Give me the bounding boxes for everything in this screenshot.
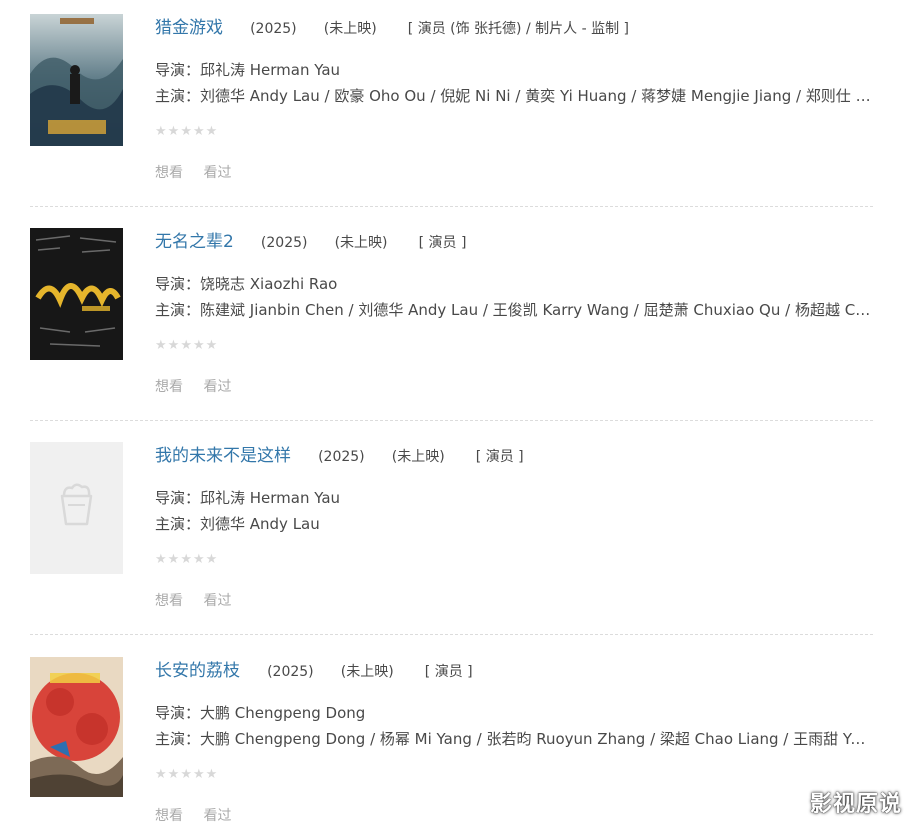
movie-year: (2025) [267,664,314,680]
watched-link[interactable]: 看过 [203,165,231,181]
movie-status: (未上映) [323,21,377,37]
want-to-watch-link[interactable]: 想看 [155,593,183,609]
star-icon[interactable]: ★ [168,553,180,566]
movie-role: [ 演员 ] [475,449,524,465]
movie-cast: 主演：刘德华 Andy Lau / 欧豪 Oho Ou / 倪妮 Ni Ni /… [155,87,873,105]
movie-year: (2025) [318,449,365,465]
movie-poster-placeholder[interactable] [30,442,123,574]
watermark-text: 影视原说 [809,792,902,817]
rating-stars[interactable]: ★ ★ ★ ★ ★ [155,768,217,781]
star-icon[interactable]: ★ [168,125,180,138]
movie-cast: 主演：陈建斌 Jianbin Chen / 刘德华 Andy Lau / 王俊凯… [155,301,873,319]
star-icon[interactable]: ★ [193,339,205,352]
star-icon[interactable]: ★ [180,768,192,781]
movie-item: 我的未来不是这样 (2025) (未上映) [ 演员 ] 导演：邱礼涛 Herm… [30,442,873,635]
star-icon[interactable]: ★ [155,125,167,138]
movie-item: 猎金游戏 (2025) (未上映) [ 演员 (饰 张托德) / 制片人 - 监… [30,14,873,207]
star-icon[interactable]: ★ [155,553,167,566]
star-icon[interactable]: ★ [206,339,218,352]
popcorn-icon [60,483,93,526]
movie-title-link[interactable]: 猎金游戏 [155,18,223,38]
watched-link[interactable]: 看过 [203,593,231,609]
movie-role: [ 演员 ] [418,235,467,251]
movie-cast: 主演：刘德华 Andy Lau [155,515,320,533]
star-icon[interactable]: ★ [193,125,205,138]
movie-director: 导演：大鹏 Chengpeng Dong [155,704,366,722]
poster-image [30,228,123,360]
want-to-watch-link[interactable]: 想看 [155,379,183,395]
star-icon[interactable]: ★ [206,125,218,138]
rating-stars[interactable]: ★ ★ ★ ★ ★ [155,125,217,138]
poster-image [30,657,123,797]
star-icon[interactable]: ★ [155,768,167,781]
want-to-watch-link[interactable]: 想看 [155,808,183,824]
movie-director: 导演：邱礼涛 Herman Yau [155,489,341,507]
want-to-watch-link[interactable]: 想看 [155,165,183,181]
movie-item: 无名之辈2 (2025) (未上映) [ 演员 ] 导演：饶晓志 Xiaozhi… [30,228,873,421]
movie-title-link[interactable]: 无名之辈2 [155,232,234,252]
movie-title-link[interactable]: 我的未来不是这样 [155,446,291,466]
movie-role: [ 演员 (饰 张托德) / 制片人 - 监制 ] [407,21,629,37]
movie-director: 导演：邱礼涛 Herman Yau [155,61,341,79]
movie-poster[interactable] [30,228,123,360]
star-icon[interactable]: ★ [206,768,218,781]
movie-year: (2025) [260,235,308,251]
star-icon[interactable]: ★ [206,553,218,566]
rating-stars[interactable]: ★ ★ ★ ★ ★ [155,339,217,352]
star-icon[interactable]: ★ [155,339,167,352]
movie-status: (未上映) [334,235,388,251]
movie-year: (2025) [250,21,297,37]
movie-title-link[interactable]: 长安的荔枝 [155,661,240,681]
star-icon[interactable]: ★ [180,125,192,138]
movie-poster[interactable] [30,14,123,146]
watched-link[interactable]: 看过 [203,808,231,824]
movie-poster[interactable] [30,657,123,797]
star-icon[interactable]: ★ [193,553,205,566]
movie-role: [ 演员 ] [424,664,473,680]
watched-link[interactable]: 看过 [203,379,231,395]
movie-item: 长安的荔枝 (2025) (未上映) [ 演员 ] 导演：大鹏 Chengpen… [30,657,873,832]
star-icon[interactable]: ★ [168,768,180,781]
movie-status: (未上映) [340,664,394,680]
poster-image [30,14,123,146]
movie-cast: 主演：大鹏 Chengpeng Dong / 杨幂 Mi Yang / 张若昀 … [155,730,873,748]
movie-director: 导演：饶晓志 Xiaozhi Rao [155,275,338,293]
rating-stars[interactable]: ★ ★ ★ ★ ★ [155,553,217,566]
star-icon[interactable]: ★ [193,768,205,781]
star-icon[interactable]: ★ [168,339,180,352]
movie-status: (未上映) [391,449,445,465]
star-icon[interactable]: ★ [180,553,192,566]
star-icon[interactable]: ★ [180,339,192,352]
